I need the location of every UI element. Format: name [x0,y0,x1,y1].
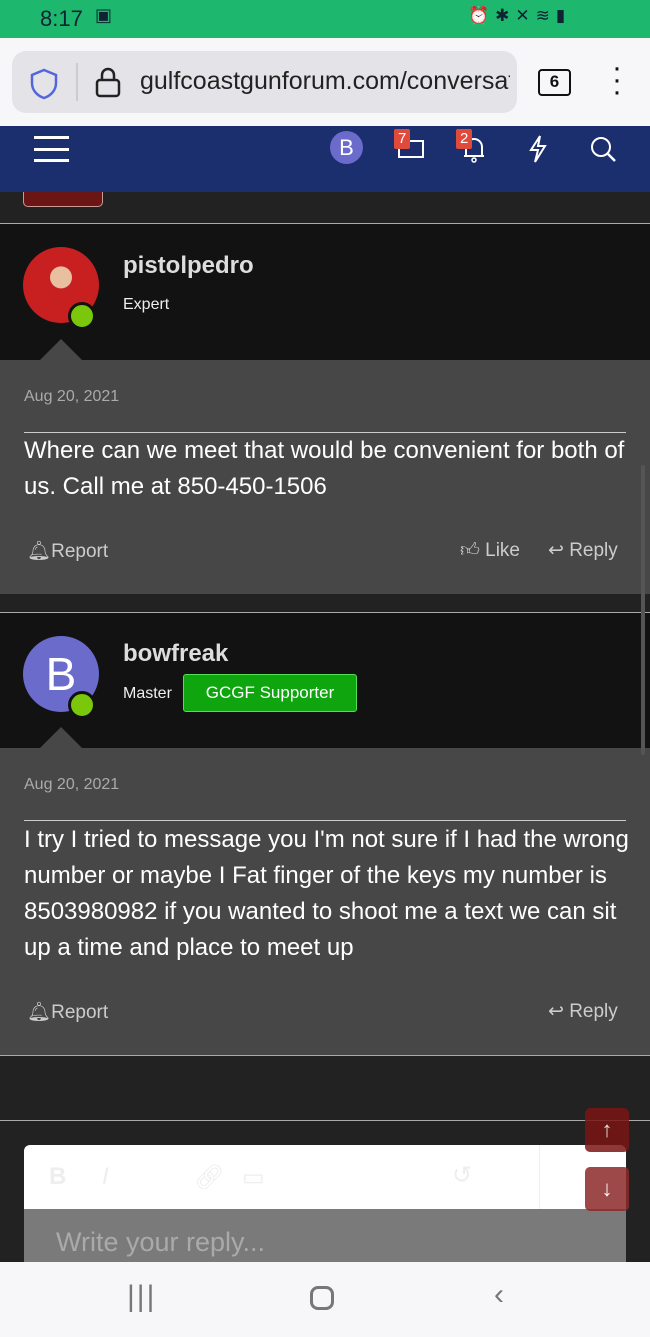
tab-switcher-button[interactable]: 6 [538,69,571,96]
like-label: Like [485,540,520,561]
reply-button[interactable]: ↩ Reply [548,539,618,562]
address-bar[interactable]: gulfcoastgunforum.com/conversations [12,51,517,113]
online-status-icon [68,691,96,719]
reply-label: Reply [569,1001,618,1022]
pointer-arrow [40,339,82,360]
post-message: I try I tried to message you I'm not sur… [24,826,629,961]
user-avatar-button[interactable]: B [330,131,363,164]
link-icon[interactable]: 🔗︎ [194,1163,224,1192]
page-scrollbar[interactable] [641,465,645,755]
post-date[interactable]: Aug 20, 2021 [24,776,119,794]
report-button[interactable]: 🔔︎Report [27,539,108,563]
italic-icon[interactable]: I [102,1163,109,1191]
scroll-top-button[interactable]: ↑ [585,1108,629,1152]
alerts-count-badge: 2 [456,129,473,149]
bold-icon[interactable]: B [49,1163,66,1191]
gallery-icon: ▣ [95,5,113,25]
report-button[interactable]: 🔔︎Report [27,1000,108,1024]
bell-icon: 🔔︎ [27,541,52,562]
bell-icon: 🔔︎ [27,1002,52,1023]
thumbs-up-icon: 👍︎ [460,540,480,561]
divider [24,820,626,821]
divider [0,1120,650,1121]
hamburger-menu-icon[interactable] [34,136,69,162]
divider [539,1145,540,1209]
home-icon[interactable] [310,1286,334,1310]
scroll-bottom-button[interactable]: ↓ [585,1167,629,1211]
post-body: Aug 20, 2021 Where can we meet that woul… [0,360,650,594]
user-title: Master [123,685,172,702]
url-text[interactable]: gulfcoastgunforum.com/conversations [140,67,510,96]
report-label: Report [51,541,109,562]
user-title: Expert [123,296,170,313]
online-status-icon [68,302,96,330]
username[interactable]: pistolpedro [123,252,254,280]
system-nav-bar: ||| ‹ [0,1262,650,1337]
reply-arrow-icon: ↩ [548,1001,564,1022]
reply-button[interactable]: ↩ Reply [548,1000,618,1023]
reply-input[interactable]: Write your reply... [24,1209,626,1265]
undo-icon[interactable]: ↺ [452,1161,472,1190]
supporter-banner: GCGF Supporter [183,674,357,712]
clock: 8:17 [40,6,83,31]
post-date[interactable]: Aug 20, 2021 [24,388,119,406]
report-label: Report [51,1002,109,1023]
like-button[interactable]: 👍︎ Like [460,539,520,562]
post-body: Aug 20, 2021 I try I tried to message yo… [0,748,650,1055]
previous-post-button[interactable] [23,192,103,207]
image-icon[interactable]: ▭ [242,1163,265,1192]
divider [76,63,78,101]
username[interactable]: bowfreak [123,640,228,668]
post-header: B bowfreak Master GCGF Supporter [0,613,650,748]
editor-toolbar: B I 🔗︎ ▭ ↺ [24,1145,626,1209]
shield-icon[interactable] [29,68,59,100]
back-icon[interactable]: ‹ [494,1278,504,1312]
post-header: pistolpedro Expert [0,224,650,360]
browser-toolbar: gulfcoastgunforum.com/conversations 6 ··… [0,38,650,126]
menu-kebab-icon[interactable]: · · · [612,53,622,107]
inbox-count-badge: 7 [394,129,411,149]
reply-editor: B I 🔗︎ ▭ ↺ Write your reply... [24,1145,626,1265]
status-bar: 8:17 ▣ ⏰✱✕≋▮ [0,0,650,38]
site-nav: B 7 2 [0,126,650,192]
reply-label: Reply [569,540,618,561]
reply-arrow-icon: ↩ [548,540,564,561]
lightning-icon[interactable] [527,134,549,164]
recent-apps-icon[interactable]: ||| [127,1280,156,1314]
post-message: Where can we meet that would be convenie… [24,437,625,500]
pointer-arrow [40,727,82,748]
search-icon[interactable] [589,135,617,163]
system-status-icons: ⏰✱✕≋▮ [468,6,572,25]
divider [0,1055,650,1056]
lock-icon [95,67,121,98]
